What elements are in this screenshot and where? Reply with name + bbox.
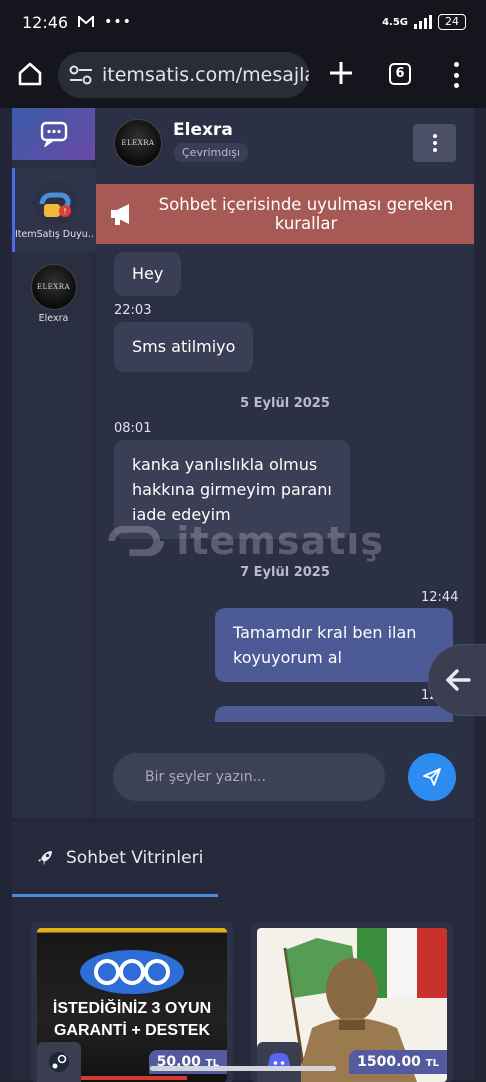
showcase-card[interactable]: İSTEDİĞİNİZ 3 OYUN GARANTİ + DESTEK 50.0… [31,922,233,1082]
avatar: ELEXRA [30,264,77,310]
discord-icon [257,1042,301,1082]
gesture-bar[interactable] [150,1066,336,1071]
steam-icon [37,1042,81,1082]
tabs-icon[interactable]: 6 [389,63,411,85]
date-separator: 5 Eylül 2025 [240,396,330,411]
chat-showcase: Sohbet Vitrinleri İSTEDİĞİNİZ 3 OYUN GAR… [12,822,474,1082]
message-bubble-incoming: Hey [114,252,182,296]
rules-banner[interactable]: Sohbet içerisinde uyulması gereken kural… [96,184,474,244]
sidebar-item-label: İtemSatış Duyu… [15,229,95,240]
svg-text:!: ! [63,207,66,216]
date-separator: 7 Eylül 2025 [240,565,330,580]
more-icon: ••• [104,14,132,30]
message-list[interactable]: Hey 22:03 Sms atilmiyo 5 Eylül 2025 08:0… [96,244,474,722]
card-image-text: İSTEDİĞİNİZ 3 OYUN GARANTİ + DESTEK [52,1000,212,1039]
signal-icon [414,15,432,29]
avatar[interactable]: ELEXRA [114,119,162,167]
chat-frame: ! İtemSatış Duyu… ELEXRA Elexra ELEXRA E… [12,108,474,818]
status-bar: 12:46 ••• 4.5G 24 [0,0,486,44]
network-type: 4.5G [382,16,408,28]
steam-logo [80,950,184,994]
address-bar[interactable]: itemsatis.com/mesajlari [58,52,309,98]
chat-header: ELEXRA Elexra Çevrimdışı [96,108,474,184]
message-bubble-incoming: Sms atilmiyo [114,322,254,372]
plus-icon[interactable] [326,58,356,88]
send-button[interactable] [408,753,456,801]
message-time: 22:03 [114,303,152,318]
sidebar-item-label: Elexra [38,313,69,324]
send-icon [423,768,441,786]
sidebar-item-elexra[interactable]: ELEXRA Elexra [12,252,95,336]
clock: 12:46 [22,12,69,32]
sidebar-header[interactable] [12,108,95,160]
chat-icon [40,121,67,147]
message-bubble-outgoing: Görünce bak ben [215,706,453,722]
battery-indicator: 24 [438,14,466,30]
home-icon[interactable] [16,60,44,88]
itemsatis-logo-icon: ! [33,181,77,225]
tab-sohbet-vitrinleri[interactable]: Sohbet Vitrinleri [12,822,218,897]
megaphone-icon [111,204,129,225]
showcase-card[interactable]: 1500.00 TL [251,922,453,1082]
message-composer [96,722,474,818]
chat-panel: ELEXRA Elexra Çevrimdışı Sohbet içerisin… [96,108,474,818]
message-time: 12:44 [421,590,459,605]
price-badge: 1500.00 TL [349,1050,447,1074]
rules-text: Sohbet içerisinde uyulması gereken kural… [158,195,454,233]
gmail-icon [78,16,95,27]
showcase-title: Sohbet Vitrinleri [66,848,204,868]
chat-options-button[interactable] [413,124,456,162]
contact-name[interactable]: Elexra [173,120,233,140]
site-settings-icon[interactable] [68,64,94,86]
page-content: ! İtemSatış Duyu… ELEXRA Elexra ELEXRA E… [0,108,486,1082]
conversation-sidebar: ! İtemSatış Duyu… ELEXRA Elexra [12,108,95,818]
browser-toolbar: itemsatis.com/mesajlari 6 [0,44,486,108]
menu-icon[interactable] [448,62,464,88]
message-bubble-outgoing: Tamamdır kral ben ilan koyuyorum al [215,608,453,682]
message-bubble-incoming: kanka yanlıslıkla olmus hakkına girmeyim… [114,440,350,539]
message-time: 08:01 [114,421,152,436]
status-badge: Çevrimdışı [174,143,249,162]
message-input[interactable] [113,753,385,801]
back-arrow-icon [446,669,471,691]
url-text: itemsatis.com/mesajlari [102,64,309,86]
rocket-icon [38,851,52,865]
sidebar-item-itemsatis[interactable]: ! İtemSatış Duyu… [12,168,95,252]
